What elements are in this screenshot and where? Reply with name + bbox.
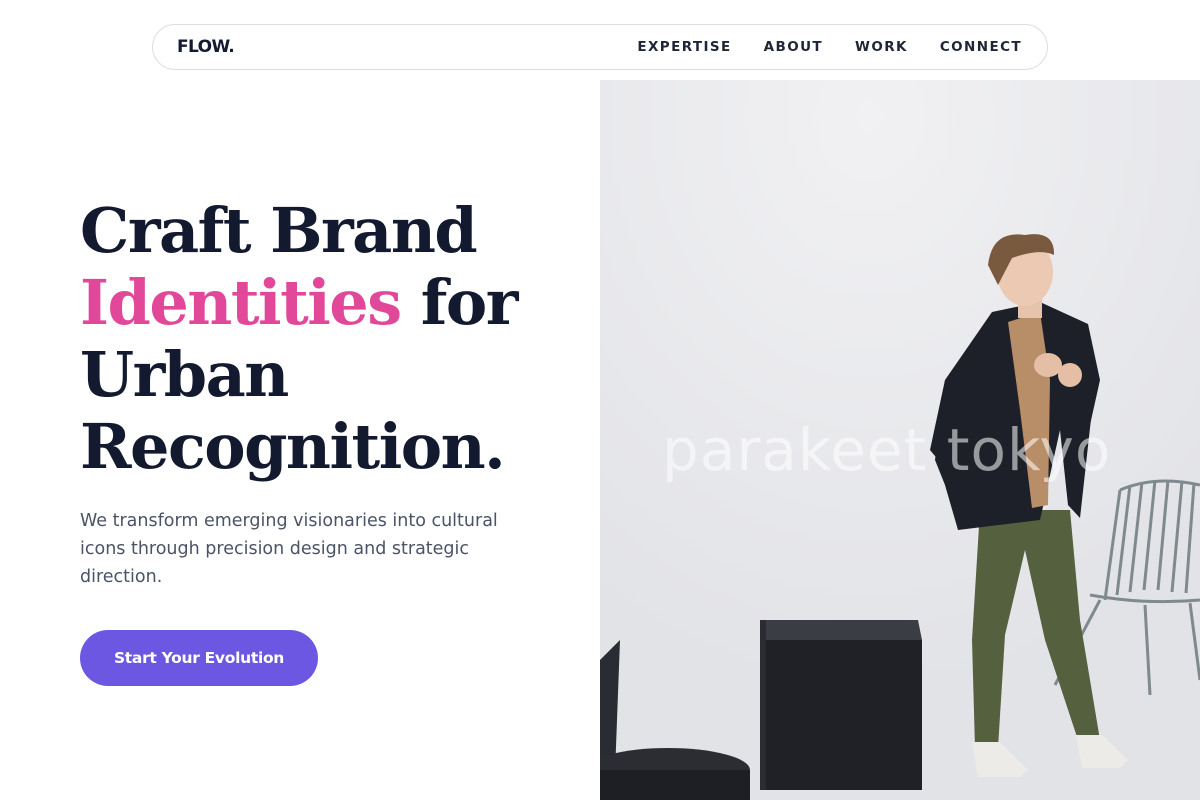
black-box (760, 620, 922, 790)
nav-link-connect[interactable]: CONNECT (940, 39, 1022, 55)
hero-image: parakeet tokyo (600, 80, 1200, 800)
headline-line-4: Recognition. (80, 410, 506, 483)
start-evolution-button[interactable]: Start Your Evolution (80, 630, 318, 686)
headline-line-3: Urban (80, 338, 289, 411)
hero-photo-illustration (600, 80, 1200, 800)
nav-link-expertise[interactable]: EXPERTISE (637, 39, 731, 55)
nav-link-about[interactable]: ABOUT (764, 39, 823, 55)
nav-link-work[interactable]: WORK (855, 39, 908, 55)
round-stool-body (600, 770, 750, 800)
headline-line-2-rest: for (400, 266, 519, 339)
hero-headline: Craft Brand Identities for Urban Recogni… (80, 195, 550, 483)
brand-logo[interactable]: FLOW. (177, 37, 235, 57)
nav-links: EXPERTISE ABOUT WORK CONNECT (637, 39, 1022, 55)
top-navigation: FLOW. EXPERTISE ABOUT WORK CONNECT (152, 24, 1048, 70)
hero-text: Craft Brand Identities for Urban Recogni… (80, 195, 550, 591)
headline-line-2: Identities for (80, 267, 550, 339)
hero-subtitle: We transform emerging visionaries into c… (80, 511, 498, 587)
headline-accent-word: Identities (80, 266, 402, 339)
headline-line-1: Craft Brand (80, 194, 478, 267)
